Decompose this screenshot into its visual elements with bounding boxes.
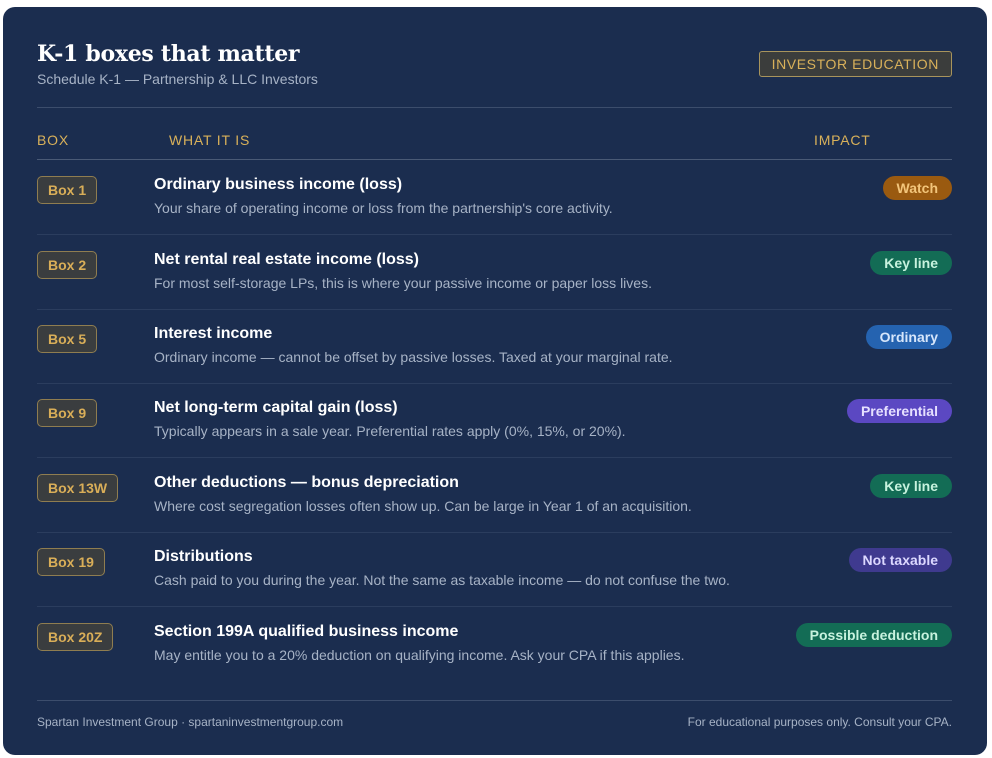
table-row: Box 5 Interest income Ordinary income — … bbox=[37, 309, 952, 384]
column-header-impact: IMPACT bbox=[814, 132, 871, 148]
impact-badge: Not taxable bbox=[848, 548, 952, 572]
impact-badge: Ordinary bbox=[865, 325, 952, 349]
impact-badge: Preferential bbox=[846, 399, 952, 423]
box-number-pill: Box 2 bbox=[37, 251, 98, 279]
page-title: K-1 boxes that matter bbox=[37, 41, 300, 67]
row-description: May entitle you to a 20% deduction on qu… bbox=[154, 647, 685, 663]
row-title: Other deductions — bonus depreciation bbox=[154, 474, 459, 491]
impact-badge: Key line bbox=[870, 474, 952, 498]
footer-source: Spartan Investment Group · spartaninvest… bbox=[37, 715, 344, 729]
row-description: Ordinary income — cannot be offset by pa… bbox=[154, 349, 673, 365]
box-number-pill: Box 19 bbox=[37, 548, 105, 576]
table-row: Box 19 Distributions Cash paid to you du… bbox=[37, 532, 952, 607]
row-description: Typically appears in a sale year. Prefer… bbox=[154, 423, 626, 439]
row-title: Distributions bbox=[154, 548, 253, 565]
row-title: Net long-term capital gain (loss) bbox=[154, 399, 398, 416]
row-title: Section 199A qualified business income bbox=[154, 623, 459, 640]
footer-disclaimer: For educational purposes only. Consult y… bbox=[687, 715, 952, 729]
table-row: Box 9 Net long-term capital gain (loss) … bbox=[37, 383, 952, 458]
table-row: Box 20Z Section 199A qualified business … bbox=[37, 607, 952, 681]
row-title: Net rental real estate income (loss) bbox=[154, 251, 419, 268]
footer-divider bbox=[37, 700, 952, 701]
row-description: For most self-storage LPs, this is where… bbox=[154, 275, 652, 291]
box-number-pill: Box 1 bbox=[37, 176, 98, 204]
row-description: Your share of operating income or loss f… bbox=[154, 200, 613, 216]
row-description: Cash paid to you during the year. Not th… bbox=[154, 572, 730, 588]
box-number-pill: Box 20Z bbox=[37, 623, 114, 651]
table-row: Box 1 Ordinary business income (loss) Yo… bbox=[37, 160, 952, 235]
header-divider bbox=[37, 107, 952, 108]
box-number-pill: Box 9 bbox=[37, 399, 98, 427]
row-title: Ordinary business income (loss) bbox=[154, 176, 403, 193]
k1-card: K-1 boxes that matter Schedule K-1 — Par… bbox=[3, 7, 987, 755]
impact-badge: Possible deduction bbox=[795, 623, 952, 647]
investor-education-badge: INVESTOR EDUCATION bbox=[758, 51, 952, 77]
table-row: Box 13W Other deductions — bonus depreci… bbox=[37, 458, 952, 533]
row-description: Where cost segregation losses often show… bbox=[154, 498, 692, 514]
column-header-box: BOX bbox=[37, 132, 69, 148]
column-header-what: WHAT IT IS bbox=[169, 132, 251, 148]
page-subtitle: Schedule K-1 — Partnership & LLC Investo… bbox=[37, 71, 318, 87]
row-title: Interest income bbox=[154, 325, 273, 342]
impact-badge: Watch bbox=[882, 176, 952, 200]
box-number-pill: Box 13W bbox=[37, 474, 119, 502]
table-row: Box 2 Net rental real estate income (los… bbox=[37, 235, 952, 310]
impact-badge: Key line bbox=[870, 251, 952, 275]
box-number-pill: Box 5 bbox=[37, 325, 98, 353]
